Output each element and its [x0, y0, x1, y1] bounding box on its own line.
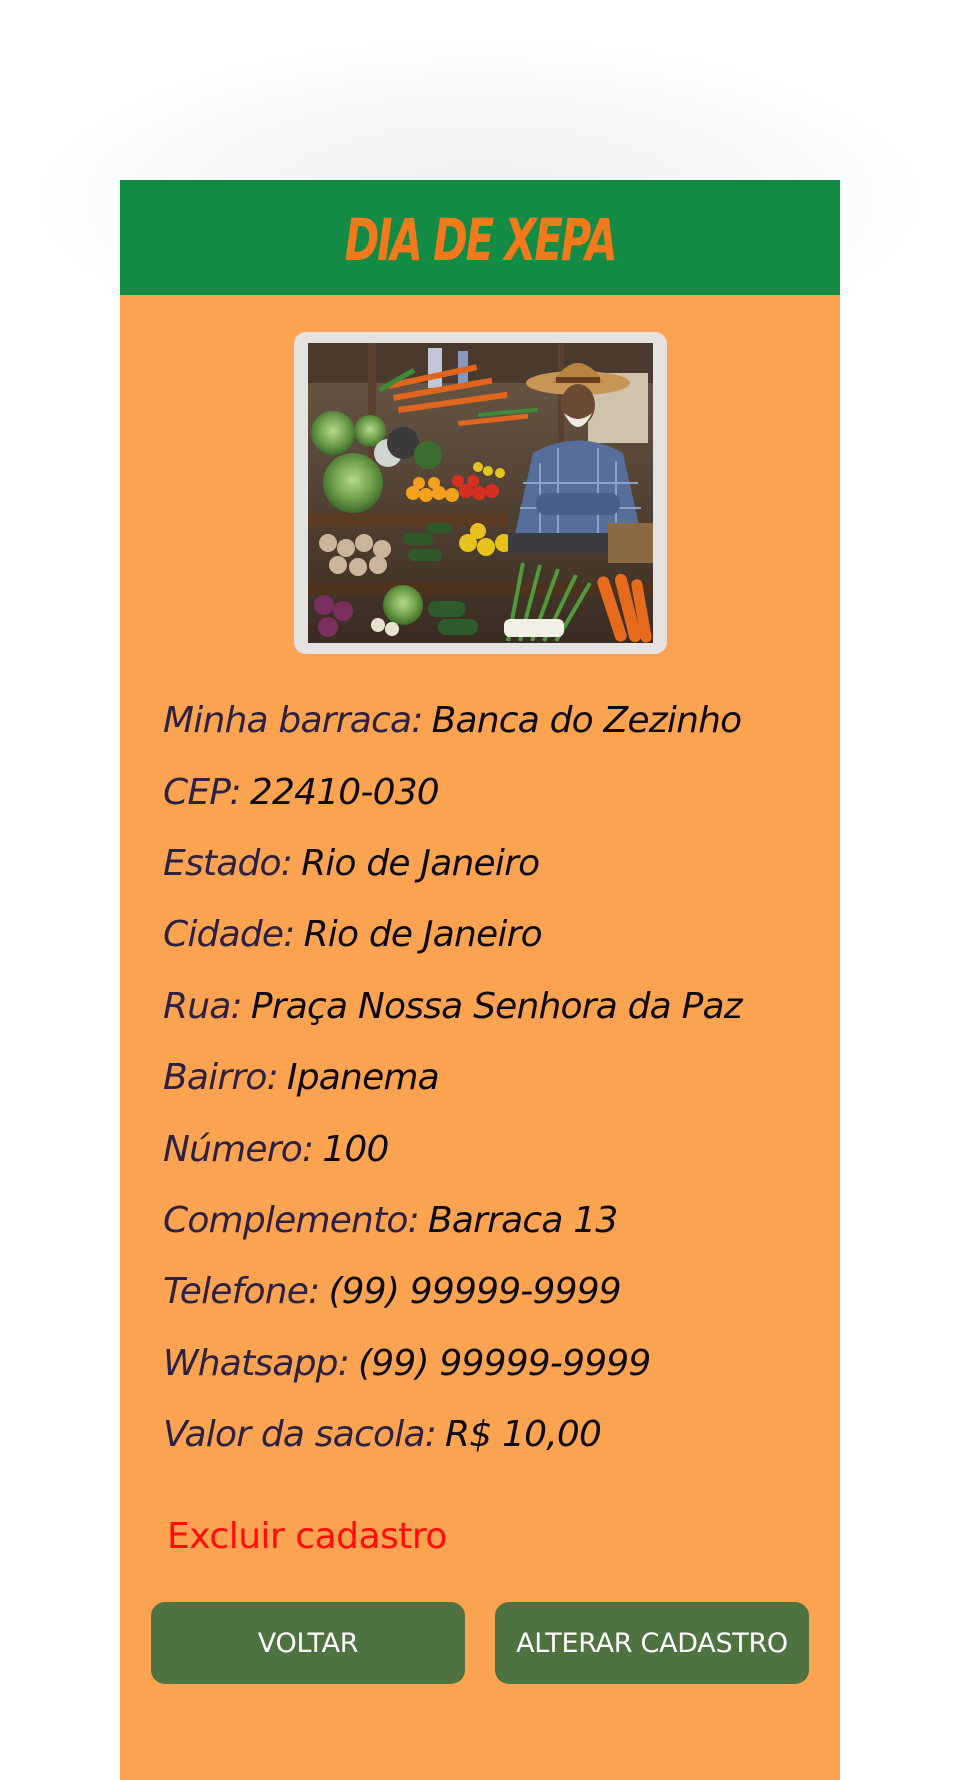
info-label: Valor da sacola:: [163, 1414, 437, 1456]
info-row-neighborhood: Bairro: Ipanema: [163, 1042, 823, 1113]
info-row-phone: Telefone: (99) 99999-9999: [163, 1256, 823, 1327]
back-button[interactable]: VOLTAR: [151, 1602, 465, 1684]
info-value: Praça Nossa Senhora da Paz: [250, 985, 743, 1027]
stall-photo: [308, 343, 653, 643]
info-label: Minha barraca:: [163, 700, 423, 742]
info-value: (99) 99999-9999: [358, 1342, 651, 1384]
info-label: Bairro:: [163, 1057, 279, 1099]
edit-registration-button[interactable]: ALTERAR CADASTRO: [495, 1602, 809, 1684]
info-value: Barraca 13: [427, 1199, 618, 1241]
info-row-bag-price: Valor da sacola: R$ 10,00: [163, 1399, 823, 1470]
info-value: R$ 10,00: [445, 1414, 602, 1456]
stall-info-list: Minha barraca: Banca do Zezinho CEP: 224…: [163, 685, 823, 1470]
info-value: 22410-030: [249, 771, 440, 813]
info-row-city: Cidade: Rio de Janeiro: [163, 899, 823, 970]
info-value: Rio de Janeiro: [303, 914, 543, 956]
info-label: Rua:: [163, 985, 243, 1027]
app-header: DIA DE XEPA: [120, 180, 840, 295]
info-label: Telefone:: [163, 1271, 320, 1313]
app-title: DIA DE XEPA: [344, 205, 618, 274]
info-row-state: Estado: Rio de Janeiro: [163, 828, 823, 899]
info-value: (99) 99999-9999: [328, 1271, 621, 1313]
info-row-stall-name: Minha barraca: Banca do Zezinho: [163, 685, 823, 756]
info-label: Estado:: [163, 842, 293, 884]
info-row-whatsapp: Whatsapp: (99) 99999-9999: [163, 1328, 823, 1399]
info-value: 100: [322, 1128, 389, 1170]
info-label: Complemento:: [163, 1199, 420, 1241]
info-label: CEP:: [163, 771, 242, 813]
info-value: Rio de Janeiro: [301, 842, 540, 884]
info-label: Whatsapp:: [163, 1342, 350, 1384]
info-value: Ipanema: [286, 1057, 440, 1099]
stall-photo-frame: [294, 332, 667, 654]
info-row-complement: Complemento: Barraca 13: [163, 1185, 823, 1256]
info-value: Banca do Zezinho: [431, 700, 743, 742]
delete-account-link[interactable]: Excluir cadastro: [167, 1516, 447, 1557]
info-row-number: Número: 100: [163, 1113, 823, 1184]
profile-card: DIA DE XEPA Minha barraca: Banca do Zezi…: [120, 180, 840, 1780]
info-row-street: Rua: Praça Nossa Senhora da Paz: [163, 971, 823, 1042]
info-label: Cidade:: [163, 914, 295, 956]
info-label: Número:: [163, 1128, 314, 1170]
info-row-cep: CEP: 22410-030: [163, 756, 823, 827]
